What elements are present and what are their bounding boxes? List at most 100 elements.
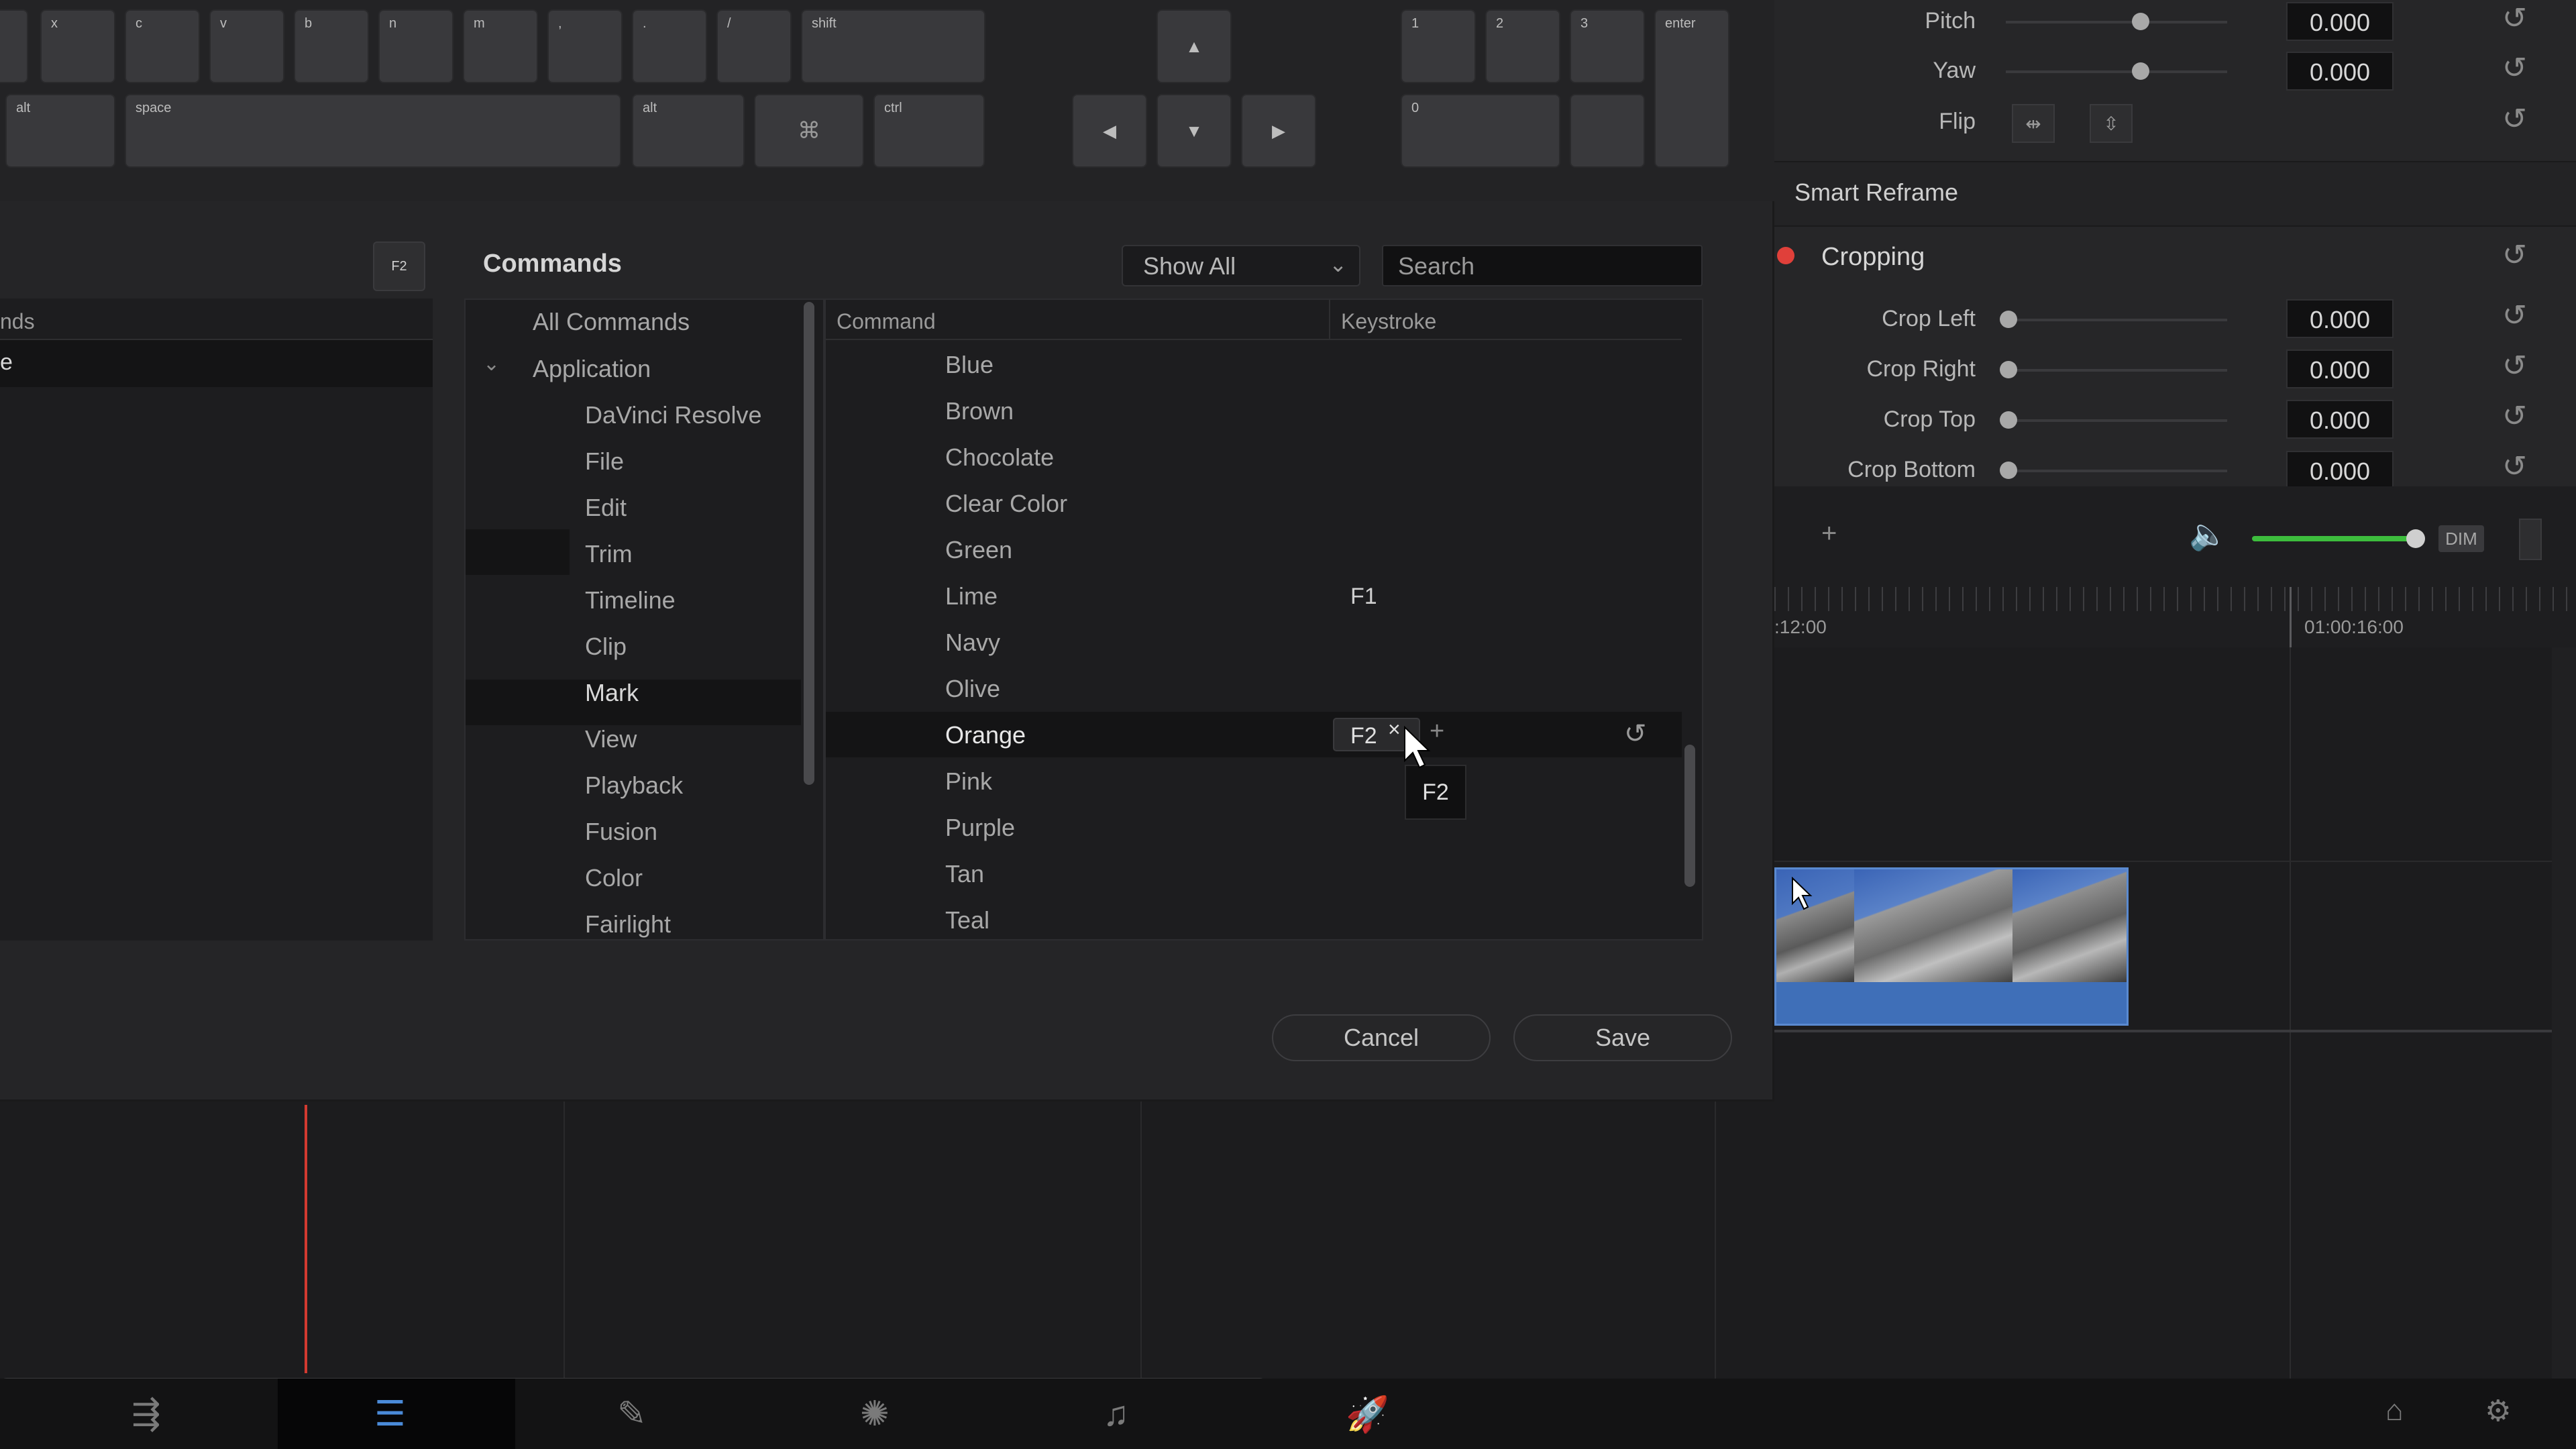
volume-slider[interactable] bbox=[2252, 536, 2418, 541]
category-color[interactable]: Color bbox=[585, 864, 643, 892]
flip-horizontal-icon[interactable]: ⇹ bbox=[2012, 104, 2055, 143]
key-num-enter[interactable]: enter bbox=[1654, 9, 1729, 168]
key-num-3[interactable]: 3 bbox=[1570, 9, 1645, 83]
reset-icon[interactable]: ↺ bbox=[2502, 399, 2527, 433]
key-m[interactable]: m bbox=[463, 9, 538, 83]
category-file[interactable]: File bbox=[585, 447, 624, 476]
table-row[interactable]: Olive bbox=[826, 665, 1682, 711]
category-scrollbar[interactable] bbox=[804, 302, 814, 785]
column-header-keystroke[interactable]: Keystroke bbox=[1341, 309, 1436, 334]
chevron-down-icon[interactable]: ⌄ bbox=[483, 352, 500, 376]
color-page-icon[interactable]: ✺ bbox=[860, 1394, 890, 1434]
crop-top-slider[interactable] bbox=[2006, 419, 2227, 422]
category-trim[interactable]: Trim bbox=[585, 540, 633, 568]
table-row[interactable]: Chocolate bbox=[826, 434, 1682, 480]
home-icon[interactable]: ⌂ bbox=[2385, 1394, 2404, 1428]
key-space[interactable]: space bbox=[125, 94, 621, 168]
category-davinci-resolve[interactable]: DaVinci Resolve bbox=[585, 401, 761, 429]
crop-left-value[interactable]: 0.000 bbox=[2286, 299, 2394, 338]
key-num-1[interactable]: 1 bbox=[1401, 9, 1476, 83]
key-period[interactable]: . bbox=[632, 9, 707, 83]
category-application[interactable]: Application bbox=[533, 355, 651, 383]
key-arrow-down[interactable]: ▼ bbox=[1157, 94, 1232, 168]
timeline-vertical-scrollbar[interactable] bbox=[2552, 647, 2576, 1379]
key-arrow-left[interactable]: ◀ bbox=[1072, 94, 1147, 168]
cancel-button[interactable]: Cancel bbox=[1272, 1014, 1491, 1061]
crop-left-slider-knob[interactable] bbox=[2000, 311, 2017, 328]
key-arrow-right[interactable]: ▶ bbox=[1241, 94, 1316, 168]
category-fairlight[interactable]: Fairlight bbox=[585, 910, 671, 938]
category-mark[interactable]: Mark bbox=[585, 679, 639, 707]
video-clip[interactable] bbox=[1774, 867, 2129, 1026]
reset-icon[interactable]: ↺ bbox=[2502, 449, 2527, 484]
deliver-page-icon[interactable]: 🚀 bbox=[1346, 1394, 1389, 1435]
column-header-command[interactable]: Command bbox=[837, 309, 936, 334]
key-v[interactable]: v bbox=[209, 9, 284, 83]
crop-right-value[interactable]: 0.000 bbox=[2286, 350, 2394, 388]
crop-top-slider-knob[interactable] bbox=[2000, 411, 2017, 429]
table-row-selected[interactable]: Orange F2 × + ↺ bbox=[826, 712, 1682, 757]
category-playback[interactable]: Playback bbox=[585, 771, 683, 800]
crop-bottom-slider-knob[interactable] bbox=[2000, 462, 2017, 479]
key-shift[interactable]: shift bbox=[801, 9, 985, 83]
key-alt-right[interactable]: alt bbox=[632, 94, 745, 168]
yaw-value[interactable]: 0.000 bbox=[2286, 52, 2394, 91]
key-comma[interactable]: , bbox=[547, 9, 623, 83]
lower-timeline[interactable] bbox=[0, 1102, 1774, 1393]
reset-icon[interactable]: ↺ bbox=[2502, 1, 2527, 36]
pitch-slider[interactable] bbox=[2006, 21, 2227, 23]
table-row[interactable]: Blue bbox=[826, 341, 1682, 387]
cropping-enable-dot[interactable] bbox=[1777, 247, 1794, 264]
dim-button[interactable]: DIM bbox=[2438, 525, 2484, 552]
key-num-0[interactable]: 0 bbox=[1401, 94, 1560, 168]
key-cmd[interactable]: ⌘ bbox=[754, 94, 864, 168]
search-input[interactable]: Search bbox=[1382, 245, 1703, 286]
key-slash[interactable]: / bbox=[716, 9, 792, 83]
reset-icon[interactable]: ↺ bbox=[2502, 51, 2527, 85]
edit-page-icon[interactable]: ☰ bbox=[374, 1394, 406, 1434]
key-num-2[interactable]: 2 bbox=[1485, 9, 1560, 83]
keystroke-value[interactable]: F1 bbox=[1350, 584, 1377, 610]
key-partial[interactable] bbox=[0, 9, 28, 83]
crop-right-slider-knob[interactable] bbox=[2000, 361, 2017, 378]
speaker-icon[interactable]: 🔈 bbox=[2189, 516, 2227, 553]
command-list-scrollbar[interactable] bbox=[1684, 745, 1695, 887]
gear-icon[interactable]: ⚙ bbox=[2485, 1394, 2511, 1428]
save-button[interactable]: Save bbox=[1513, 1014, 1732, 1061]
pitch-slider-knob[interactable] bbox=[2132, 13, 2149, 30]
sets-list-selected-item[interactable]: e bbox=[0, 340, 433, 387]
show-filter-dropdown[interactable]: Show All ⌄ bbox=[1122, 245, 1360, 286]
close-icon[interactable]: × bbox=[1388, 717, 1401, 742]
key-c[interactable]: c bbox=[125, 9, 200, 83]
timeline-ruler[interactable]: :12:00 01:00:16:00 bbox=[1774, 587, 2576, 647]
yaw-slider-knob[interactable] bbox=[2132, 62, 2149, 80]
timeline-tracks[interactable] bbox=[1774, 647, 2576, 1379]
fairlight-page-icon[interactable]: ♫ bbox=[1103, 1394, 1129, 1434]
table-row[interactable]: Clear Color bbox=[826, 480, 1682, 526]
reset-icon[interactable]: ↺ bbox=[2502, 102, 2527, 136]
category-timeline[interactable]: Timeline bbox=[585, 586, 676, 614]
table-row[interactable]: Tan bbox=[826, 851, 1682, 896]
playhead[interactable] bbox=[305, 1105, 307, 1373]
category-all-commands[interactable]: All Commands bbox=[533, 308, 690, 336]
add-track-icon[interactable]: + bbox=[1821, 519, 1837, 549]
table-row[interactable]: Lime F1 bbox=[826, 573, 1682, 619]
crop-bottom-slider[interactable] bbox=[2006, 470, 2227, 472]
flip-vertical-icon[interactable]: ⇳ bbox=[2090, 104, 2133, 143]
volume-slider-knob[interactable] bbox=[2406, 529, 2425, 548]
reset-icon[interactable]: ↺ bbox=[1624, 718, 1647, 749]
crop-top-value[interactable]: 0.000 bbox=[2286, 400, 2394, 439]
key-n[interactable]: n bbox=[378, 9, 453, 83]
category-edit[interactable]: Edit bbox=[585, 494, 627, 522]
table-row[interactable]: Brown bbox=[826, 388, 1682, 433]
table-row[interactable]: Navy bbox=[826, 619, 1682, 665]
key-arrow-up[interactable]: ▲ bbox=[1157, 9, 1232, 83]
key-ctrl[interactable]: ctrl bbox=[873, 94, 985, 168]
reset-icon[interactable]: ↺ bbox=[2502, 349, 2527, 383]
column-divider[interactable] bbox=[1329, 300, 1330, 340]
key-b[interactable]: b bbox=[294, 9, 369, 83]
key-num-period[interactable] bbox=[1570, 94, 1645, 168]
yaw-slider[interactable] bbox=[2006, 70, 2227, 73]
category-clip[interactable]: Clip bbox=[585, 633, 627, 661]
reset-icon[interactable]: ↺ bbox=[2502, 299, 2527, 333]
